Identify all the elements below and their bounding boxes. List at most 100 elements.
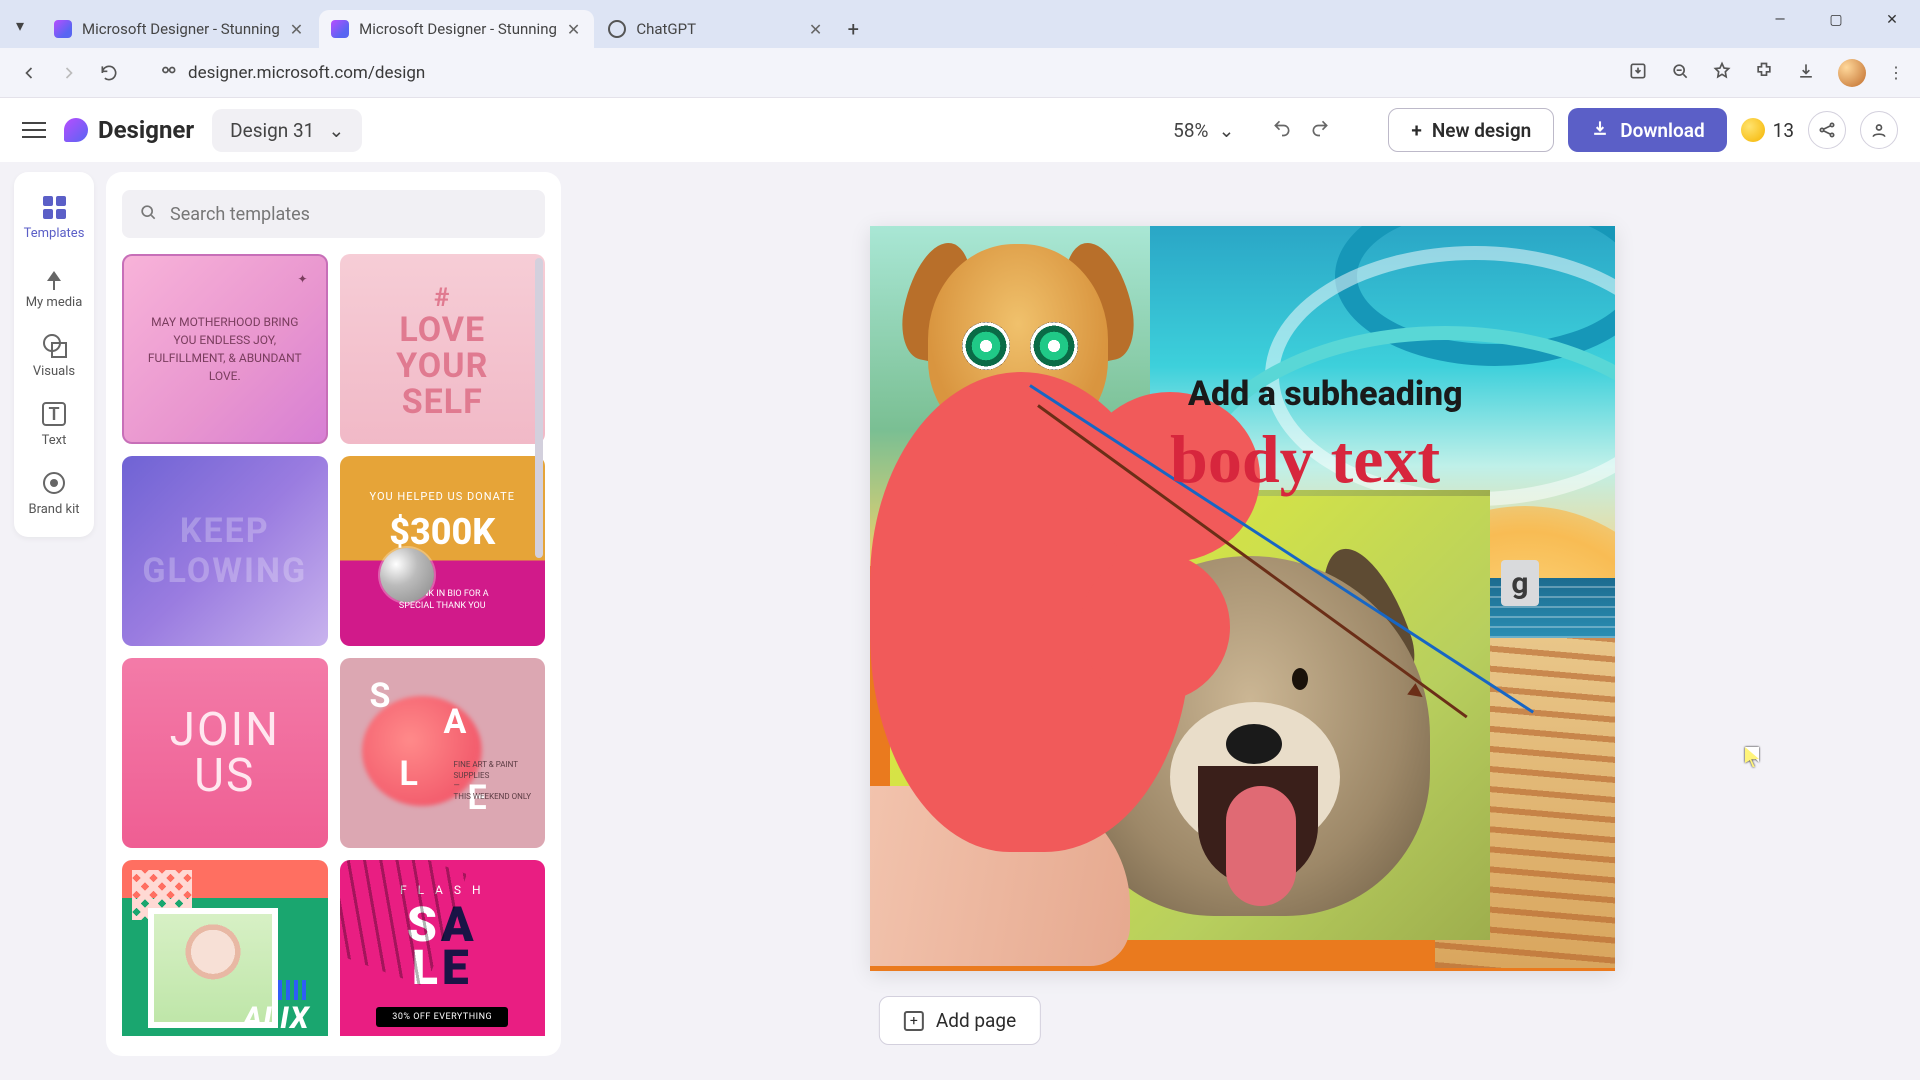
install-app-icon[interactable]	[1628, 61, 1648, 85]
browser-toolbar: designer.microsoft.com/design ⋮	[0, 48, 1920, 98]
canvas-text-body[interactable]: body text	[1170, 420, 1440, 499]
thumb-text: FINE ART & PAINT SUPPLIES — THIS WEEKEND…	[454, 760, 531, 802]
maximize-button[interactable]: ▢	[1808, 0, 1864, 40]
download-label: Download	[1620, 119, 1704, 142]
workspace: Templates My media Visuals T Text Brand …	[0, 162, 1920, 1080]
new-tab-button[interactable]: +	[838, 14, 868, 44]
download-button[interactable]: Download	[1568, 108, 1726, 152]
forward-button[interactable]	[56, 60, 82, 86]
thumb-text: L	[400, 754, 418, 794]
designer-favicon	[54, 20, 72, 38]
template-thumb[interactable]: JOIN US	[122, 658, 328, 848]
minimize-button[interactable]: ―	[1752, 0, 1808, 40]
search-templates-input[interactable]: Search templates	[122, 190, 545, 238]
plus-icon: +	[1411, 119, 1421, 142]
browser-tab-2[interactable]: Microsoft Designer - Stunning ✕	[319, 10, 594, 48]
url-text: designer.microsoft.com/design	[188, 63, 425, 83]
templates-panel: Search templates ✦ MAY MOTHERHOOD BRING Y…	[106, 172, 561, 1056]
close-window-button[interactable]: ✕	[1864, 0, 1920, 40]
template-thumb[interactable]: #LOVE YOUR SELF	[340, 254, 546, 444]
back-button[interactable]	[16, 60, 42, 86]
canvas-shape-blob[interactable]	[870, 372, 1190, 852]
credits-counter[interactable]: 13	[1741, 118, 1794, 142]
reload-button[interactable]	[96, 60, 122, 86]
thumb-text: ALIX	[243, 1001, 310, 1036]
window-controls: ― ▢ ✕	[1752, 0, 1920, 40]
plus-box-icon: +	[904, 1011, 924, 1031]
tabs-dropdown[interactable]: ▾	[16, 16, 34, 34]
profile-avatar[interactable]	[1838, 59, 1866, 87]
thumb-text: YOU HELPED US DONATE	[370, 490, 515, 503]
canvas-text-subheading[interactable]: Add a subheading	[1188, 374, 1463, 414]
address-bar[interactable]: designer.microsoft.com/design	[144, 54, 439, 92]
sparkle-icon: ✦	[297, 270, 307, 288]
template-thumb[interactable]: YOU HELPED US DONATE $300K TAP LINK IN B…	[340, 456, 546, 646]
chrome-menu-icon[interactable]: ⋮	[1888, 63, 1904, 82]
account-button[interactable]	[1860, 111, 1898, 149]
new-design-label: New design	[1432, 119, 1531, 142]
template-thumb[interactable]: KEEP GLOWING	[122, 456, 328, 646]
site-info-icon[interactable]	[158, 60, 178, 85]
search-icon	[138, 202, 158, 227]
bookmark-icon[interactable]	[1712, 61, 1732, 85]
extensions-icon[interactable]	[1754, 61, 1774, 85]
designer-favicon	[331, 20, 349, 38]
close-icon[interactable]: ✕	[809, 20, 822, 39]
undo-button[interactable]	[1272, 118, 1292, 142]
tab-title: Microsoft Designer - Stunning	[82, 20, 280, 38]
rail-my-media[interactable]: My media	[20, 253, 88, 318]
rail-label: Visuals	[20, 364, 88, 379]
rail-templates[interactable]: Templates	[20, 184, 88, 249]
rail-label: Text	[20, 433, 88, 448]
thumb-text: MAY MOTHERHOOD BRING YOU ENDLESS JOY, FU…	[144, 313, 306, 385]
browser-tab-1[interactable]: Microsoft Designer - Stunning ✕	[42, 10, 317, 48]
rail-brand-kit[interactable]: Brand kit	[20, 460, 88, 525]
chevron-down-icon: ⌄	[1218, 119, 1234, 142]
template-thumb[interactable]: F L A S H SALE 30% OFF EVERYTHING	[340, 860, 546, 1036]
design-canvas[interactable]: g Add a subheading body text	[870, 226, 1615, 971]
app-header: Designer Design 31 ⌄ 58% ⌄ + New design …	[0, 98, 1920, 162]
template-thumb[interactable]: SALE FINE ART & PAINT SUPPLIES — THIS WE…	[340, 658, 546, 848]
close-icon[interactable]: ✕	[567, 20, 580, 39]
thumb-text: S	[370, 676, 391, 716]
scrollbar-thumb[interactable]	[535, 258, 543, 558]
thumb-text: $300K	[389, 511, 495, 553]
rail-text[interactable]: T Text	[20, 391, 88, 456]
new-design-button[interactable]: + New design	[1388, 108, 1554, 152]
designer-logo-icon	[64, 118, 88, 142]
thumb-text: JOIN US	[170, 707, 280, 799]
share-button[interactable]	[1808, 111, 1846, 149]
credits-value: 13	[1773, 119, 1794, 142]
redo-button[interactable]	[1310, 118, 1330, 142]
chevron-down-icon: ⌄	[328, 119, 344, 142]
thumb-text: LOVE YOUR SELF	[396, 313, 488, 420]
download-icon	[1590, 118, 1610, 143]
menu-button[interactable]	[22, 122, 46, 138]
rail-visuals[interactable]: Visuals	[20, 322, 88, 387]
text-icon: T	[42, 402, 66, 426]
zoom-value: 58%	[1173, 119, 1208, 142]
canvas-letter-tag[interactable]: g	[1501, 560, 1539, 606]
brand-name: Designer	[98, 116, 194, 144]
zoom-control[interactable]: 58% ⌄	[1173, 119, 1234, 142]
rail-label: My media	[20, 295, 88, 310]
disco-ball-icon	[380, 548, 434, 602]
design-name-dropdown[interactable]: Design 31 ⌄	[212, 109, 362, 152]
design-name: Design 31	[230, 119, 314, 142]
add-page-button[interactable]: + Add page	[879, 996, 1041, 1045]
zoom-icon[interactable]	[1670, 61, 1690, 85]
template-thumb[interactable]: ALIX	[122, 860, 328, 1036]
chatgpt-favicon	[608, 20, 626, 38]
tab-title: ChatGPT	[636, 20, 696, 38]
coin-icon	[1741, 118, 1765, 142]
templates-icon	[43, 196, 66, 219]
dots-pattern	[278, 980, 308, 1000]
template-thumb[interactable]: ✦ MAY MOTHERHOOD BRING YOU ENDLESS JOY, F…	[122, 254, 328, 444]
tab-title: Microsoft Designer - Stunning	[359, 20, 557, 38]
downloads-icon[interactable]	[1796, 61, 1816, 85]
search-placeholder: Search templates	[170, 204, 310, 225]
templates-grid: ✦ MAY MOTHERHOOD BRING YOU ENDLESS JOY, F…	[122, 254, 545, 1036]
brand[interactable]: Designer	[64, 116, 194, 144]
browser-tab-3[interactable]: ChatGPT ✕	[596, 10, 836, 48]
close-icon[interactable]: ✕	[290, 20, 303, 39]
